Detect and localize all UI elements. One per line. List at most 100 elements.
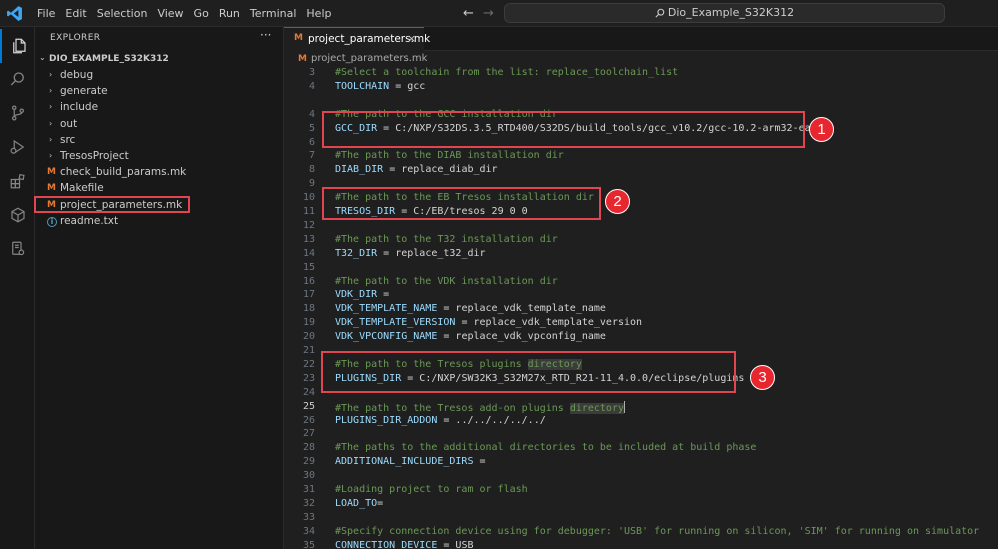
code-token: = USB — [437, 539, 474, 549]
line-number: 21 — [302, 345, 315, 356]
menu-go[interactable]: Go — [189, 0, 214, 27]
line-number: 4 — [308, 80, 315, 92]
cube-extension-activity-button[interactable] — [0, 198, 35, 232]
line-text: #Select a toolchain from the list: repla… — [335, 67, 678, 78]
tree-item-label: out — [60, 117, 78, 130]
menu-selection[interactable]: Selection — [92, 0, 153, 27]
line-number: 22 — [302, 358, 315, 370]
line-number: 16 — [302, 275, 315, 287]
code-token: = gcc — [389, 80, 426, 92]
tree-item-label: include — [60, 101, 99, 114]
tree-item-label: generate — [60, 85, 108, 98]
tree-folder-debug[interactable]: › debug — [35, 68, 283, 84]
menu-edit[interactable]: Edit — [60, 0, 91, 27]
chevron-right-icon: › — [49, 134, 53, 144]
line-number: 3 — [308, 67, 315, 78]
device-settings-activity-button[interactable] — [0, 232, 35, 266]
explorer-activity-button[interactable] — [0, 29, 35, 63]
workspace-folder-header[interactable]: ⌄ DIO_EXAMPLE_S32K312 — [35, 51, 283, 67]
line-number: 17 — [302, 289, 315, 301]
line-number: 5 — [308, 122, 315, 134]
code-token: PLUGINS_DIR_ADDON — [335, 414, 438, 426]
tree-item-label: src — [60, 133, 76, 146]
annotation-number-1: 1 — [809, 117, 834, 142]
tree-file[interactable]: i readme.txt — [35, 214, 283, 230]
tree-item-label: TresosProject — [60, 150, 129, 162]
menu-file[interactable]: File — [32, 0, 60, 27]
line-text: #The path to the T32 installation dir — [335, 234, 558, 245]
menu-run[interactable]: Run — [214, 0, 245, 27]
code-line: 28 #The paths to the additional directori… — [284, 442, 998, 456]
workspace-folder-name: DIO_EXAMPLE_S32K312 — [49, 54, 169, 64]
line-number: 26 — [302, 414, 315, 426]
search-icon — [10, 72, 24, 86]
command-center-text: Dio_Example_S32K312 — [667, 6, 795, 19]
chevron-right-icon: › — [49, 70, 53, 79]
menu-terminal[interactable]: Terminal — [245, 0, 302, 27]
line-number: 9 — [308, 178, 315, 190]
close-icon[interactable]: × — [407, 32, 416, 45]
title-bar: File Edit Selection View Go Run Terminal Help ←… — [0, 0, 998, 27]
back-arrow-icon[interactable]: ← — [463, 6, 474, 21]
extensions-activity-button[interactable] — [0, 164, 35, 198]
tree-folder-generate[interactable]: › generate — [35, 84, 283, 100]
code-line: 19 VDK_TEMPLATE_VERSION = replace_vdk_tem… — [284, 317, 998, 331]
run-debug-icon — [9, 139, 24, 155]
tree-folder-include[interactable]: › include — [35, 100, 283, 116]
line-text: VDK_VPCONFIG_NAME = replace_vdk_vpconfig… — [335, 331, 606, 342]
line-number: 30 — [302, 470, 315, 482]
line-number: 7 — [308, 150, 315, 162]
info-icon: i — [47, 216, 57, 227]
menu-help[interactable]: Help — [301, 0, 336, 27]
tree-item-label: check_build_params.mk — [60, 166, 187, 179]
code-token: = — [473, 456, 486, 468]
tab-project-parameters[interactable]: M project_parameters.mk × — [284, 27, 430, 51]
line-number: 18 — [302, 303, 315, 315]
annotation-box-plugins-dir — [321, 351, 736, 393]
menu-view[interactable]: View — [152, 0, 188, 27]
chevron-right-icon: › — [49, 102, 53, 112]
code-token: VDK_TEMPLATE_NAME — [335, 303, 438, 315]
tree-folder-src[interactable]: › src — [35, 133, 283, 149]
forward-arrow-icon[interactable]: → — [483, 6, 494, 21]
breadcrumb-file: project_parameters.mk — [310, 53, 428, 64]
source-control-activity-button[interactable] — [0, 96, 35, 130]
code-line: 34 #Specify connection device using for d… — [284, 526, 998, 540]
code-token: VDK_TEMPLATE_VERSION — [335, 317, 456, 329]
line-number: 15 — [302, 261, 315, 273]
run-debug-activity-button[interactable] — [0, 130, 35, 164]
tree-file[interactable]: Mcheck_build_params.mk — [35, 165, 283, 181]
code-token: #The path to the Tresos add-on plugins — [335, 402, 570, 414]
tree-folder-tresosproject[interactable]: › TresosProject — [35, 149, 283, 165]
line-text: #Specify connection device using for deb… — [335, 526, 979, 537]
code-token: = replace_diab_dir — [383, 164, 498, 176]
code-token: = ../../../../../ — [437, 414, 546, 426]
line-number: 10 — [302, 192, 315, 204]
tree-file[interactable]: M Makefile — [35, 181, 283, 197]
breadcrumb[interactable]: Mproject_parameters.mk — [298, 53, 427, 64]
command-center-search[interactable]: Dio_Example_S32K312 — [504, 3, 945, 23]
code-token: #The path to the DIAB installation dir — [335, 150, 564, 162]
line-text: VDK_DIR = — [335, 289, 389, 300]
files-icon — [12, 38, 26, 54]
line-text: #The path to the Tresos add-on plugins d… — [335, 400, 625, 414]
more-actions-icon[interactable]: ··· — [260, 28, 271, 42]
tree-folder-out[interactable]: › out — [35, 117, 283, 133]
line-number: 28 — [302, 442, 315, 454]
annotation-box-gcc-dir — [322, 111, 805, 148]
line-text: #The paths to the additional directories… — [335, 442, 756, 453]
code-line: 15 — [284, 262, 998, 276]
line-text: T32_DIR = replace_t32_dir — [335, 248, 486, 259]
line-number: 34 — [302, 525, 315, 537]
chevron-right-icon: › — [49, 118, 53, 128]
code-token: TOOLCHAIN — [335, 80, 390, 92]
line-number: 32 — [302, 497, 315, 509]
chevron-right-icon: › — [49, 86, 53, 96]
search-activity-button[interactable] — [0, 62, 35, 96]
line-text: #The path to the VDK installation dir — [335, 276, 558, 287]
explorer-title: EXPLORER — [50, 33, 101, 43]
code-token: T32_DIR — [335, 247, 378, 259]
code-token: #Loading project to ram or flash — [335, 484, 528, 495]
code-token: = — [377, 289, 390, 301]
